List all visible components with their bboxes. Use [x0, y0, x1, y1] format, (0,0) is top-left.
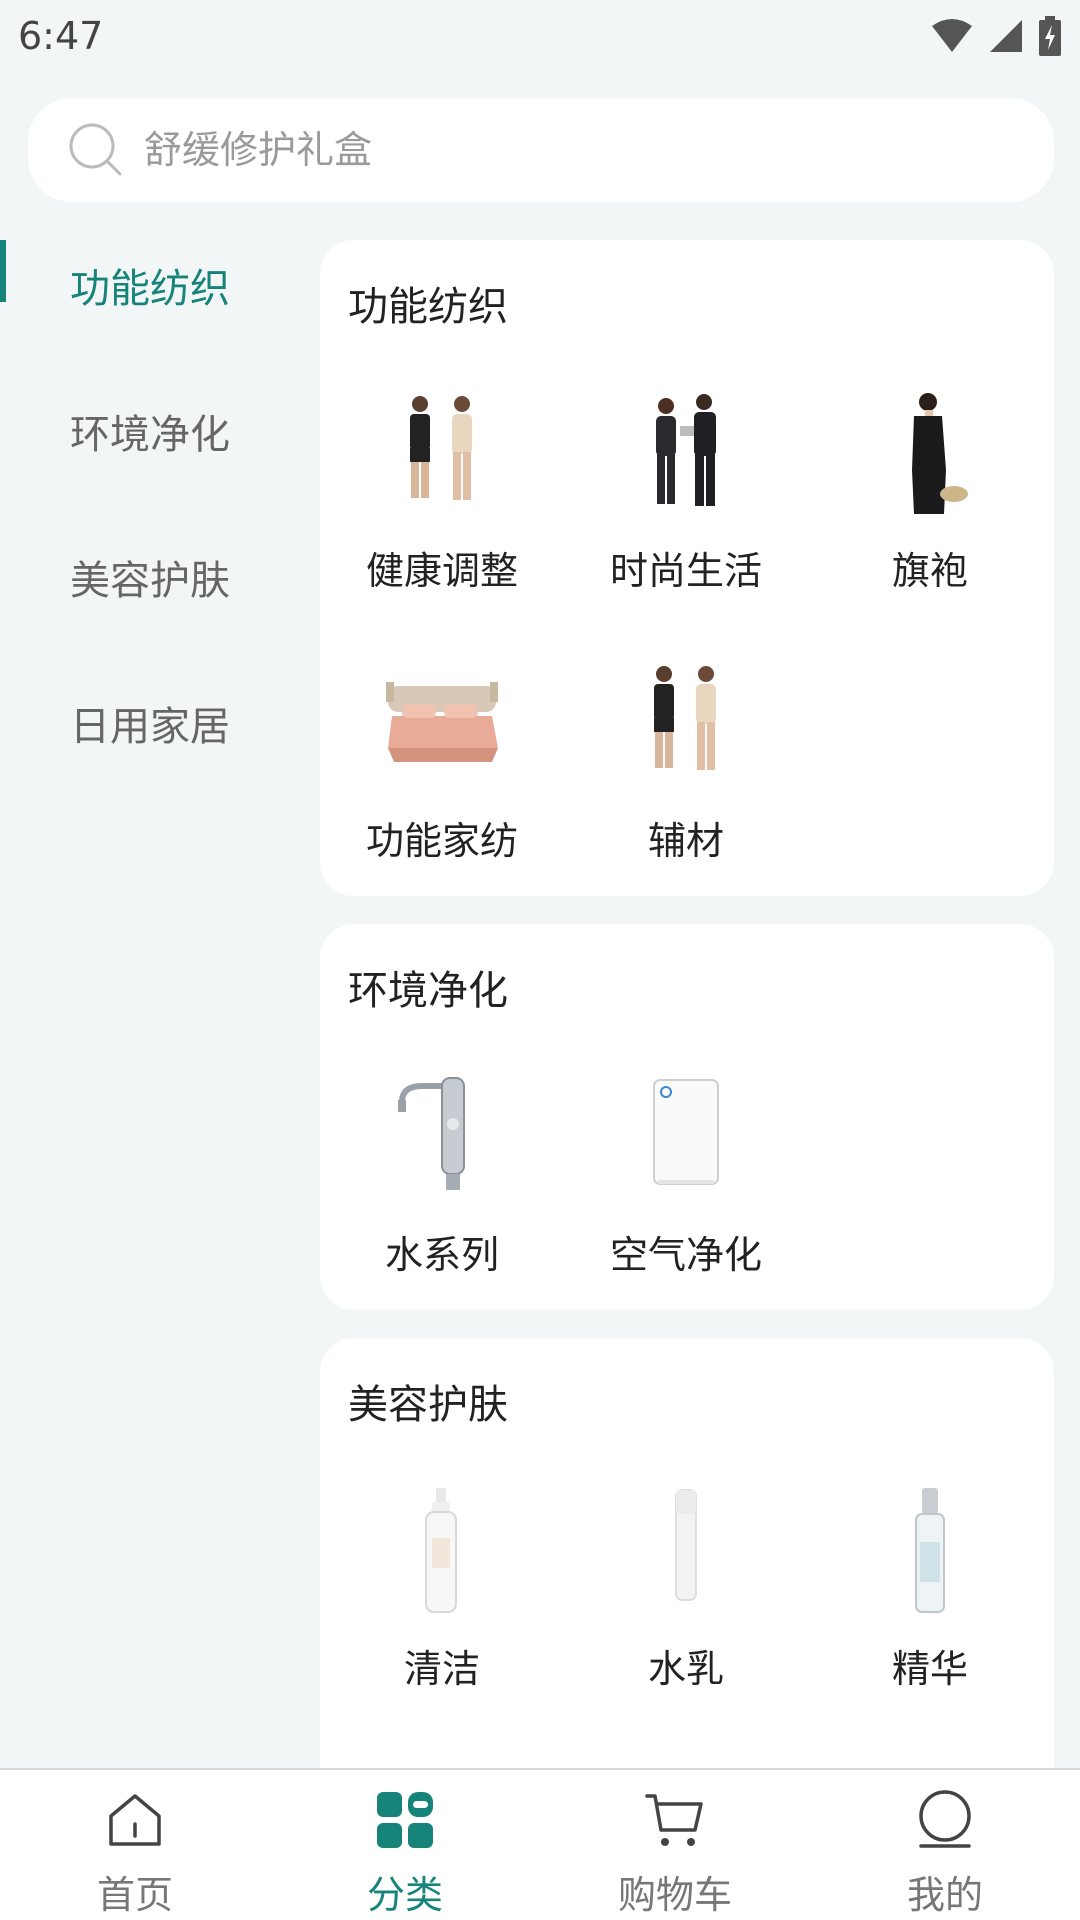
category-item-label: 水乳	[647, 1647, 724, 1691]
cellular-signal-icon	[990, 20, 1022, 52]
active-indicator	[0, 240, 6, 302]
search-bar[interactable]	[28, 98, 1054, 202]
body-shaping-wear-image	[654, 666, 716, 770]
section-card-environment-purification: 环境净化 水系列 空气净化	[320, 924, 1054, 1310]
lotion-bottle-image	[675, 1489, 697, 1601]
sidebar-item-functional-textile[interactable]: 功能纺织	[0, 230, 300, 376]
sidebar-item-daily-home[interactable]: 日用家居	[0, 668, 300, 814]
category-item-cleansing[interactable]: 清洁	[320, 1488, 564, 1708]
category-item-label: 功能家纺	[365, 819, 518, 863]
search-icon	[69, 123, 122, 176]
status-icons	[930, 14, 1062, 58]
sidebar-item-label: 美容护肤	[70, 558, 230, 604]
section-title: 环境净化	[348, 968, 508, 1014]
category-content: 功能纺织 健康调整 时尚生活 旗袍 功能家纺 辅材 环境净化 水系列 空气净化 …	[320, 240, 1054, 1770]
serum-bottle-image	[915, 1488, 945, 1613]
nav-cart[interactable]: 购物车	[540, 1770, 810, 1920]
category-item-toner-lotion[interactable]: 水乳	[564, 1488, 808, 1708]
battery-icon	[1039, 16, 1061, 56]
sidebar-item-environment-purification[interactable]: 环境净化	[0, 376, 300, 522]
nav-profile[interactable]: 我的	[810, 1770, 1080, 1920]
sidebar-item-beauty-skincare[interactable]: 美容护肤	[0, 522, 300, 668]
section-card-functional-textile: 功能纺织 健康调整 时尚生活 旗袍 功能家纺 辅材	[320, 240, 1054, 896]
home-icon	[109, 1794, 161, 1846]
bedding-set-image	[386, 682, 498, 762]
status-bar: 6:47	[0, 0, 1080, 72]
category-item-label: 辅材	[647, 819, 724, 863]
profile-icon	[919, 1790, 971, 1848]
category-item-label: 水系列	[384, 1233, 499, 1277]
nav-home[interactable]: 首页	[0, 1770, 270, 1920]
search-input[interactable]	[144, 120, 1024, 180]
wifi-icon	[932, 19, 972, 52]
category-icon	[377, 1792, 433, 1848]
body-shaping-wear-image	[410, 396, 472, 500]
category-sidebar: 功能纺织 环境净化 美容护肤 日用家居	[0, 230, 300, 814]
qipao-dress-image	[912, 393, 968, 514]
category-item-label: 时尚生活	[609, 549, 762, 593]
water-faucet-filter-image	[398, 1077, 465, 1190]
category-item-qipao[interactable]: 旗袍	[808, 390, 1052, 610]
section-title: 美容护肤	[348, 1382, 508, 1428]
nav-label: 我的	[906, 1873, 983, 1917]
air-purifier-image	[653, 1079, 719, 1185]
category-item-health-adjust[interactable]: 健康调整	[320, 390, 564, 610]
category-item-label: 健康调整	[365, 549, 518, 593]
cart-icon	[645, 1794, 703, 1846]
couple-thermal-wear-image	[656, 394, 716, 506]
category-item-fashion-life[interactable]: 时尚生活	[564, 390, 808, 610]
section-title: 功能纺织	[348, 284, 508, 330]
sidebar-item-label: 功能纺织	[70, 266, 230, 312]
nav-label: 购物车	[617, 1873, 732, 1917]
section-card-beauty-skincare: 美容护肤 清洁 水乳 精华	[320, 1338, 1054, 1770]
category-item-accessories[interactable]: 辅材	[564, 660, 808, 880]
cleanser-bottle-image	[425, 1488, 457, 1613]
sidebar-item-label: 环境净化	[70, 412, 230, 458]
category-item-label: 精华	[891, 1647, 968, 1691]
bottom-navigation: 首页 分类 购物车 我的	[0, 1768, 1080, 1920]
category-item-essence[interactable]: 精华	[808, 1488, 1052, 1708]
category-item-water-series[interactable]: 水系列	[320, 1074, 564, 1294]
category-item-functional-bedding[interactable]: 功能家纺	[320, 660, 564, 880]
nav-label: 分类	[366, 1873, 443, 1917]
nav-label: 首页	[96, 1873, 173, 1917]
sidebar-item-label: 日用家居	[70, 704, 230, 750]
category-item-label: 清洁	[403, 1647, 480, 1691]
nav-category[interactable]: 分类	[270, 1770, 540, 1920]
category-item-air-purification[interactable]: 空气净化	[564, 1074, 808, 1294]
category-item-label: 旗袍	[891, 549, 968, 593]
category-item-label: 空气净化	[609, 1233, 762, 1277]
status-time: 6:47	[18, 14, 104, 58]
